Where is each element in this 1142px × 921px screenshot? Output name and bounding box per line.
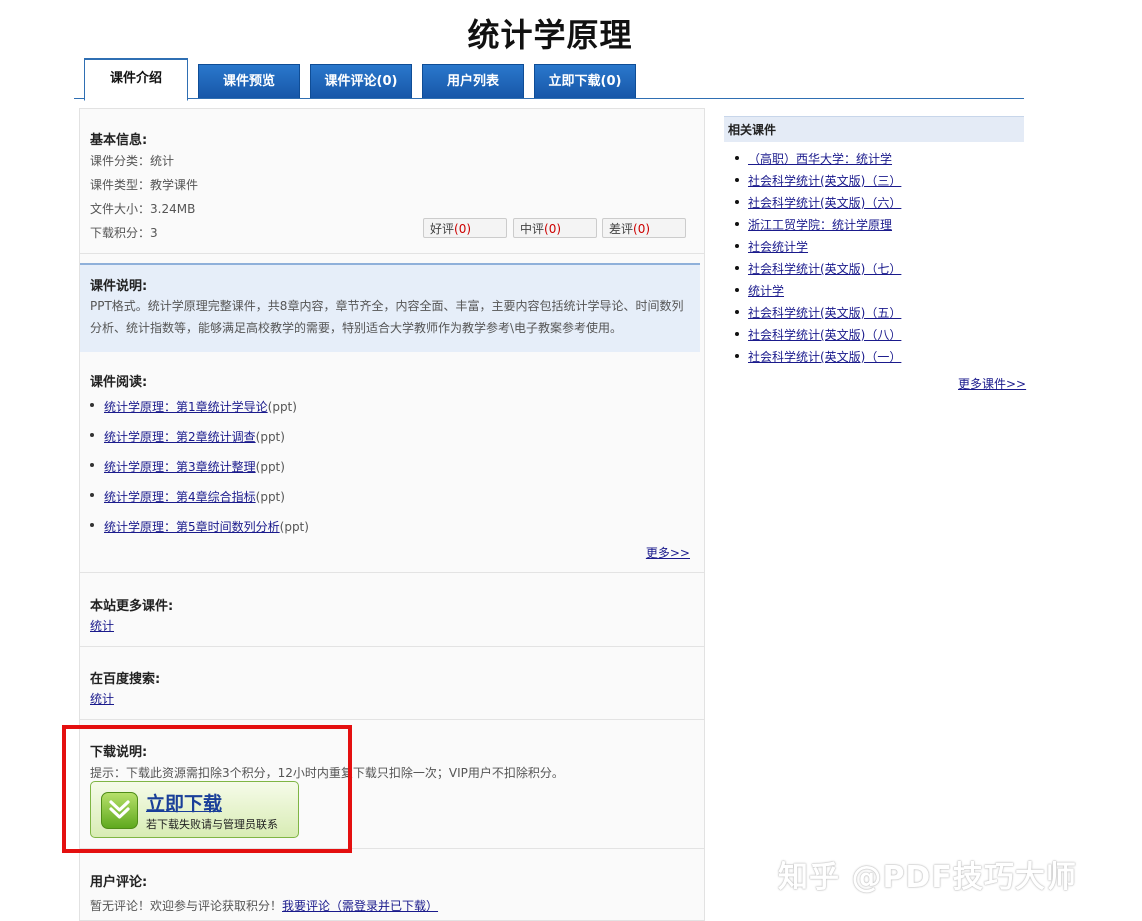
comments-empty-text: 暂无评论！欢迎参与评论获取积分！ bbox=[90, 899, 283, 913]
highlight-box bbox=[62, 725, 352, 853]
baidu-search-section: 在百度搜索: 统计 bbox=[80, 647, 704, 720]
related-link[interactable]: 社会科学统计(英文版)（五） bbox=[748, 306, 901, 320]
related-link[interactable]: 浙江工贸学院：统计学原理 bbox=[748, 218, 892, 232]
download-points: 下载积分：3 bbox=[90, 226, 158, 240]
related-link[interactable]: 社会科学统计(英文版)（八） bbox=[748, 328, 901, 342]
related-link[interactable]: 社会统计学 bbox=[748, 240, 808, 254]
list-item: 统计学原理：第2章统计调查(ppt) bbox=[90, 428, 285, 445]
list-item: 统计学原理：第5章时间数列分析(ppt) bbox=[90, 518, 309, 535]
related-link[interactable]: 社会科学统计(英文版)（三） bbox=[748, 174, 901, 188]
good-rating-button[interactable]: 好评(0) bbox=[423, 218, 507, 238]
list-item: 社会统计学 bbox=[735, 238, 808, 255]
bullet-icon bbox=[735, 310, 739, 314]
site-more-section: 本站更多课件: 统计 bbox=[80, 573, 704, 647]
baidu-search-link[interactable]: 统计 bbox=[90, 690, 114, 707]
neutral-rating-button[interactable]: 中评(0) bbox=[513, 218, 597, 238]
bullet-icon bbox=[735, 288, 739, 292]
site-more-title: 本站更多课件: bbox=[90, 599, 174, 614]
list-item: 浙江工贸学院：统计学原理 bbox=[735, 216, 892, 233]
course-description-text: PPT格式。统计学原理完整课件，共8章内容，章节齐全，内容全面、丰富，主要内容包… bbox=[90, 299, 684, 335]
bullet-icon bbox=[90, 523, 94, 527]
good-rating-count: (0) bbox=[454, 222, 472, 236]
chapter-link-3[interactable]: 统计学原理：第3章统计整理 bbox=[104, 460, 256, 474]
write-comment-link[interactable]: 我要评论（需登录并已下载） bbox=[282, 899, 438, 913]
course-description-title: 课件说明: bbox=[90, 279, 148, 294]
chapter-link-2[interactable]: 统计学原理：第2章统计调查 bbox=[104, 430, 256, 444]
related-link[interactable]: （高职）西华大学：统计学 bbox=[748, 152, 892, 166]
bullet-icon bbox=[735, 178, 739, 182]
tab-user-list[interactable]: 用户列表 bbox=[422, 64, 524, 98]
bullet-icon bbox=[90, 493, 94, 497]
list-item: 社会科学统计(英文版)（八） bbox=[735, 326, 901, 343]
related-link[interactable]: 社会科学统计(英文版)（一） bbox=[748, 350, 901, 364]
course-description-section: 课件说明: PPT格式。统计学原理完整课件，共8章内容，章节齐全，内容全面、丰富… bbox=[80, 263, 700, 352]
file-ext: (ppt) bbox=[279, 520, 309, 534]
bullet-icon bbox=[735, 200, 739, 204]
file-ext: (ppt) bbox=[255, 490, 285, 504]
related-link[interactable]: 社会科学统计(英文版)（六） bbox=[748, 196, 901, 210]
course-type: 课件类型：教学课件 bbox=[90, 178, 199, 192]
bullet-icon bbox=[90, 403, 94, 407]
file-ext: (ppt) bbox=[267, 400, 297, 414]
neutral-rating-count: (0) bbox=[544, 222, 562, 236]
neutral-rating-label: 中评 bbox=[520, 222, 545, 236]
file-ext: (ppt) bbox=[255, 430, 285, 444]
list-item: 社会科学统计(英文版)（五） bbox=[735, 304, 901, 321]
bullet-icon bbox=[735, 266, 739, 270]
page-title: 统计学原理 bbox=[467, 16, 633, 54]
related-link[interactable]: 统计学 bbox=[748, 284, 784, 298]
file-size: 文件大小：3.24MB bbox=[90, 202, 196, 216]
list-item: 社会科学统计(英文版)（六） bbox=[735, 194, 901, 211]
baidu-search-title: 在百度搜索: bbox=[90, 672, 161, 687]
comments-empty: 暂无评论！欢迎参与评论获取积分！我要评论（需登录并已下载） bbox=[90, 897, 438, 914]
bad-rating-label: 差评 bbox=[609, 222, 634, 236]
related-courses-title: 相关课件 bbox=[724, 116, 1024, 142]
site-more-link[interactable]: 统计 bbox=[90, 617, 114, 634]
bullet-icon bbox=[90, 433, 94, 437]
list-item: 社会科学统计(英文版)（一） bbox=[735, 348, 901, 365]
related-more-link[interactable]: 更多课件>> bbox=[958, 375, 1026, 392]
tab-bar: 课件介绍 课件预览 课件评论(0) 用户列表 立即下载(0) bbox=[74, 58, 1024, 101]
list-item: （高职）西华大学：统计学 bbox=[735, 150, 892, 167]
chapter-link-4[interactable]: 统计学原理：第4章综合指标 bbox=[104, 490, 256, 504]
bullet-icon bbox=[90, 463, 94, 467]
tab-course-intro[interactable]: 课件介绍 bbox=[84, 58, 188, 101]
bad-rating-button[interactable]: 差评(0) bbox=[602, 218, 686, 238]
related-link[interactable]: 社会科学统计(英文版)（七） bbox=[748, 262, 901, 276]
list-item: 社会科学统计(英文版)（三） bbox=[735, 172, 901, 189]
bullet-icon bbox=[735, 244, 739, 248]
bullet-icon bbox=[735, 354, 739, 358]
chapter-link-1[interactable]: 统计学原理：第1章统计学导论 bbox=[104, 400, 268, 414]
list-item: 社会科学统计(英文版)（七） bbox=[735, 260, 901, 277]
bullet-icon bbox=[735, 332, 739, 336]
list-item: 统计学原理：第3章统计整理(ppt) bbox=[90, 458, 285, 475]
comments-title: 用户评论: bbox=[90, 875, 148, 890]
course-reading-section: 课件阅读: 统计学原理：第1章统计学导论(ppt) 统计学原理：第2章统计调查(… bbox=[80, 353, 704, 573]
bullet-icon bbox=[735, 156, 739, 160]
course-category: 课件分类：统计 bbox=[90, 154, 175, 168]
course-reading-title: 课件阅读: bbox=[90, 375, 148, 390]
tab-course-comments[interactable]: 课件评论(0) bbox=[310, 64, 412, 98]
file-ext: (ppt) bbox=[255, 460, 285, 474]
list-item: 统计学原理：第1章统计学导论(ppt) bbox=[90, 398, 297, 415]
list-item: 统计学 bbox=[735, 282, 784, 299]
basic-info-section: 基本信息: 课件分类：统计 课件类型：教学课件 文件大小：3.24MB 下载积分… bbox=[80, 109, 704, 254]
reading-more-link[interactable]: 更多>> bbox=[646, 544, 690, 561]
tab-course-preview[interactable]: 课件预览 bbox=[198, 64, 300, 98]
basic-info-title: 基本信息: bbox=[90, 133, 148, 148]
good-rating-label: 好评 bbox=[430, 222, 455, 236]
watermark: 知乎 @PDF技巧大师 bbox=[778, 860, 1077, 895]
chapter-link-5[interactable]: 统计学原理：第5章时间数列分析 bbox=[104, 520, 280, 534]
bad-rating-count: (0) bbox=[633, 222, 651, 236]
bullet-icon bbox=[735, 222, 739, 226]
tab-download-now[interactable]: 立即下载(0) bbox=[534, 64, 636, 98]
list-item: 统计学原理：第4章综合指标(ppt) bbox=[90, 488, 285, 505]
